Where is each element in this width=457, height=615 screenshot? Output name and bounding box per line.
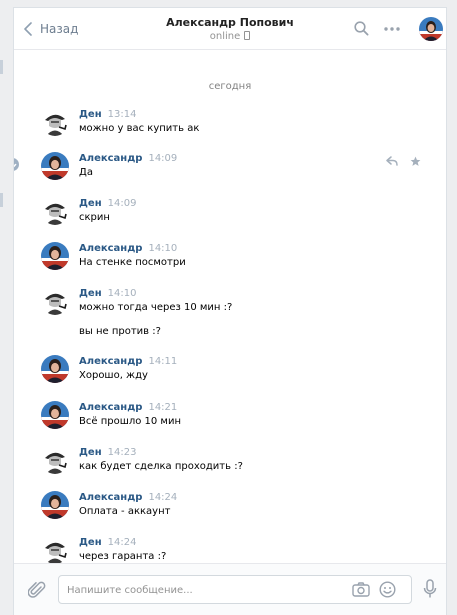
message-time: 14:09 xyxy=(107,198,137,209)
message-time: 14:24 xyxy=(148,492,178,503)
message-input[interactable] xyxy=(65,579,344,601)
sender-name[interactable]: Александр xyxy=(79,243,142,254)
sender-avatar[interactable] xyxy=(41,242,69,270)
message-item: Ден 13:14 можно у вас купить ак xyxy=(14,108,446,136)
sender-avatar[interactable] xyxy=(41,355,69,383)
message-meta: Александр 14:09 xyxy=(79,153,177,164)
search-icon[interactable] xyxy=(354,21,369,36)
message-item: Ден 14:24 через гаранта :? xyxy=(14,536,446,564)
message-meta: Ден 14:10 xyxy=(79,288,136,299)
edge-marker xyxy=(0,193,3,207)
message-text: Оплата - аккаунт xyxy=(79,506,171,517)
message-meta: Ден 14:09 xyxy=(79,198,136,209)
message-time: 14:21 xyxy=(148,402,178,413)
message-text: На стенке посмотри xyxy=(79,257,186,268)
paperclip-icon[interactable] xyxy=(28,580,46,600)
mobile-icon xyxy=(244,31,251,40)
edge-marker xyxy=(0,60,3,74)
message-item: Александр 14:10 На стенке посмотри xyxy=(14,242,446,270)
sender-name[interactable]: Ден xyxy=(79,288,102,299)
message-item: Ден 14:23 как будет сделка проходить :? xyxy=(14,446,446,474)
message-meta: Ден 13:14 xyxy=(79,109,136,120)
sender-avatar[interactable] xyxy=(41,152,69,180)
message-item: Александр 14:24 Оплата - аккаунт xyxy=(14,491,446,519)
message-text: Хорошо, жду xyxy=(79,370,148,381)
sender-avatar[interactable] xyxy=(41,197,69,225)
chat-panel: Назад Александр Попович online сегодня Д… xyxy=(14,8,446,615)
sender-name[interactable]: Александр xyxy=(79,492,142,503)
avatar-image xyxy=(419,17,443,41)
sender-avatar[interactable] xyxy=(41,108,69,136)
message-text: Всё прошло 10 мин xyxy=(79,416,182,427)
message-time: 14:10 xyxy=(107,288,137,299)
message-meta: Ден 14:23 xyxy=(79,447,136,458)
smile-icon[interactable] xyxy=(379,581,396,598)
sender-name[interactable]: Александр xyxy=(79,153,142,164)
status-text: online xyxy=(209,31,241,42)
contact-avatar[interactable] xyxy=(419,17,443,41)
message-meta: Александр 14:21 xyxy=(79,402,177,413)
message-meta: Александр 14:11 xyxy=(79,356,177,367)
camera-icon[interactable] xyxy=(352,582,370,597)
sender-name[interactable]: Ден xyxy=(79,537,102,548)
message-meta: Александр 14:24 xyxy=(79,492,177,503)
select-check-icon[interactable] xyxy=(14,158,19,171)
message-time: 14:09 xyxy=(148,153,178,164)
message-item: Александр 14:09 Да xyxy=(14,152,446,180)
sender-avatar[interactable] xyxy=(41,491,69,519)
message-text: как будет сделка проходить :? xyxy=(79,461,243,472)
sender-name[interactable]: Александр xyxy=(79,402,142,413)
sender-avatar[interactable] xyxy=(41,536,69,564)
sender-name[interactable]: Ден xyxy=(79,109,102,120)
message-time: 14:11 xyxy=(148,356,178,367)
reply-icon[interactable] xyxy=(386,156,398,166)
message-time: 14:10 xyxy=(148,243,178,254)
more-dots-icon[interactable] xyxy=(384,27,400,31)
message-time: 13:14 xyxy=(107,109,137,120)
message-item: Александр 14:11 Хорошо, жду xyxy=(14,355,446,383)
microphone-icon[interactable] xyxy=(423,579,437,599)
message-time: 14:23 xyxy=(107,447,137,458)
message-text: вы не против :? xyxy=(79,326,161,337)
message-text: можно у вас купить ак xyxy=(79,123,200,134)
sender-name[interactable]: Ден xyxy=(79,447,102,458)
message-meta: Ден 14:24 xyxy=(79,537,136,548)
message-meta: Александр 14:10 xyxy=(79,243,177,254)
chat-title[interactable]: Александр Попович xyxy=(14,16,446,29)
message-text: можно тогда через 10 мин :? xyxy=(79,302,233,313)
online-status: online xyxy=(14,31,446,42)
sender-name[interactable]: Александр xyxy=(79,356,142,367)
date-separator: сегодня xyxy=(208,81,252,92)
message-actions xyxy=(386,156,421,167)
message-input-box[interactable] xyxy=(58,575,412,604)
message-text: Да xyxy=(79,167,93,178)
chat-header: Назад Александр Попович online xyxy=(14,8,446,50)
message-item: Александр 14:21 Всё прошло 10 мин xyxy=(14,401,446,429)
message-time: 14:24 xyxy=(107,537,137,548)
message-text: скрин xyxy=(79,212,110,223)
message-composer xyxy=(14,563,446,615)
message-text: через гаранта :? xyxy=(79,551,167,562)
sender-avatar[interactable] xyxy=(41,401,69,429)
sender-avatar[interactable] xyxy=(41,446,69,474)
message-item: Ден 14:09 скрин xyxy=(14,197,446,225)
sender-avatar[interactable] xyxy=(41,287,69,315)
sender-name[interactable]: Ден xyxy=(79,198,102,209)
message-item: Ден 14:10 можно тогда через 10 мин :? вы не… xyxy=(14,287,446,339)
star-icon[interactable] xyxy=(410,156,421,167)
